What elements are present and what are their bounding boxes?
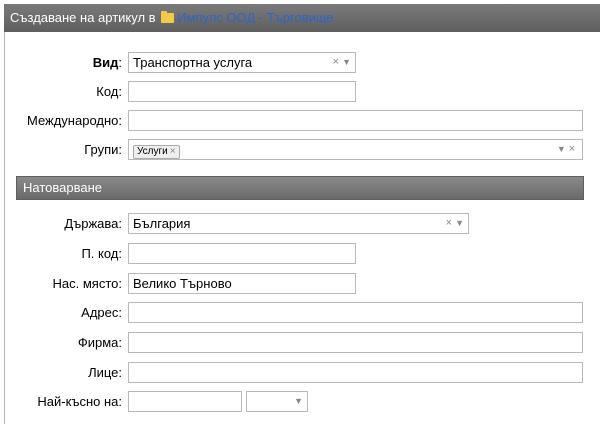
row-durzhava: Държава: България × ▼ bbox=[0, 213, 600, 235]
litse-label: Лице: bbox=[88, 365, 122, 380]
row-nay-kasno: Най-късно на: ▼ bbox=[0, 391, 600, 413]
section-header-loading: Натоварване bbox=[16, 176, 584, 200]
window-title-bar: Създаване на артикул в Импулс ООД - Търг… bbox=[4, 4, 600, 32]
durzhava-value: България bbox=[133, 216, 191, 231]
deadline-date-input[interactable] bbox=[128, 391, 242, 412]
vid-value: Транспортна услуга bbox=[133, 55, 253, 70]
grupi-label: Групи: bbox=[84, 142, 122, 157]
remove-tag-icon[interactable]: × bbox=[170, 146, 176, 157]
adres-input[interactable] bbox=[128, 302, 583, 323]
row-vid: Вид: Транспортна услуга × ▼ bbox=[0, 52, 600, 74]
folder-icon bbox=[161, 11, 175, 23]
kod-label: Код: bbox=[96, 84, 122, 99]
row-mezhdunarodno: Международно: bbox=[0, 110, 600, 132]
p-kod-label: П. код: bbox=[81, 246, 122, 261]
chevron-down-icon[interactable]: ▼ bbox=[294, 396, 303, 406]
window-title: Създаване на артикул в bbox=[10, 10, 156, 25]
row-firma: Фирма: bbox=[0, 332, 600, 354]
durzhava-select[interactable]: България × ▼ bbox=[128, 213, 469, 234]
clear-icon[interactable]: × bbox=[446, 217, 452, 229]
chevron-down-icon[interactable]: ▼ bbox=[557, 144, 566, 154]
deadline-time-select[interactable]: ▼ bbox=[246, 391, 308, 412]
row-grupi: Групи: Услуги × ▼ × bbox=[0, 139, 600, 161]
firma-input[interactable] bbox=[128, 332, 583, 353]
row-kod: Код: bbox=[0, 81, 600, 103]
mezhdunarodno-input[interactable] bbox=[128, 110, 583, 131]
chevron-down-icon[interactable]: ▼ bbox=[342, 57, 351, 67]
nay-kasno-label: Най-късно на: bbox=[37, 394, 122, 409]
kod-input[interactable] bbox=[128, 81, 356, 102]
nas-myasto-input[interactable]: Велико Търново bbox=[128, 273, 356, 294]
mezhdunarodno-label: Международно: bbox=[26, 113, 122, 128]
folder-link[interactable]: Импулс ООД - Търговище bbox=[177, 10, 333, 25]
vid-select[interactable]: Транспортна услуга × ▼ bbox=[128, 52, 356, 73]
adres-label: Адрес: bbox=[81, 305, 122, 320]
clear-icon[interactable]: × bbox=[333, 56, 339, 68]
row-adres: Адрес: bbox=[0, 302, 600, 324]
durzhava-label: Държава: bbox=[64, 216, 122, 231]
row-nas-myasto: Нас. място: Велико Търново bbox=[0, 273, 600, 295]
row-litse: Лице: bbox=[0, 362, 600, 384]
clear-icon[interactable]: × bbox=[569, 143, 575, 155]
firma-label: Фирма: bbox=[77, 335, 122, 350]
grupi-multiselect[interactable]: Услуги × ▼ × bbox=[128, 139, 583, 160]
p-kod-input[interactable] bbox=[128, 243, 356, 264]
vid-label: Вид: bbox=[92, 55, 122, 70]
litse-input[interactable] bbox=[128, 362, 583, 383]
nas-myasto-label: Нас. място: bbox=[52, 276, 122, 291]
group-tag: Услуги × bbox=[133, 145, 180, 159]
chevron-down-icon[interactable]: ▼ bbox=[455, 218, 464, 228]
row-p-kod: П. код: bbox=[0, 243, 600, 265]
